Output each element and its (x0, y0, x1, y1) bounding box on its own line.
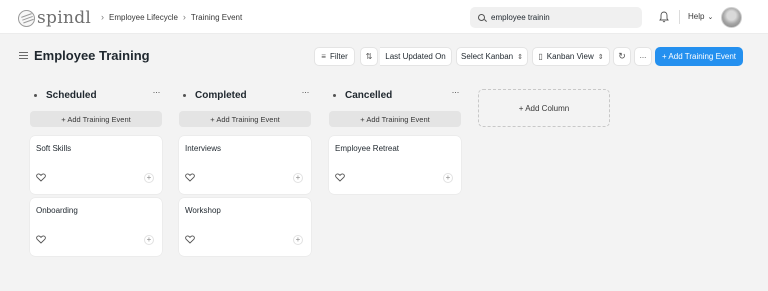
card-title: Onboarding (36, 206, 78, 215)
avatar[interactable] (721, 7, 742, 28)
card-title: Employee Retreat (335, 144, 400, 153)
breadcrumb-training-event[interactable]: Training Event (191, 13, 242, 22)
column-title: Completed (195, 90, 247, 101)
add-training-event-label: + Add Training Event (661, 52, 737, 61)
kanban-icon: ▯ (538, 52, 543, 61)
kanban-card[interactable]: Onboarding + (30, 198, 162, 256)
heart-icon[interactable] (36, 235, 46, 244)
column-title: Scheduled (46, 90, 97, 101)
select-kanban-label: Select Kanban (461, 52, 514, 61)
card-title: Workshop (185, 206, 221, 215)
column-header: Completed ··· (179, 86, 311, 106)
sort-icon: ⇅ (365, 52, 373, 61)
add-column-button[interactable]: + Add Column (478, 89, 610, 127)
logo-text: spindl (37, 8, 92, 28)
kanban-view-dropdown[interactable]: ▯ Kanban View ⇕ (532, 47, 610, 66)
sort-label: Last Updated On (385, 52, 446, 61)
navbar-divider (679, 10, 680, 24)
column-header: Cancelled ··· (329, 86, 461, 106)
select-kanban-dropdown[interactable]: Select Kanban ⇕ (456, 47, 528, 66)
breadcrumb-employee-lifecycle[interactable]: Employee Lifecycle (109, 13, 178, 22)
chevron-right-icon: › (101, 12, 104, 22)
up-down-icon: ⇕ (597, 53, 604, 61)
more-options-button[interactable]: ... (634, 47, 652, 66)
navbar: spindl › Employee Lifecycle › Training E… (0, 0, 768, 34)
column-title: Cancelled (345, 90, 393, 101)
card-title: Soft Skills (36, 144, 72, 153)
plus-icon[interactable]: + (293, 235, 303, 245)
dots-icon: ... (639, 50, 647, 60)
search-icon (478, 14, 485, 21)
hamburger-icon[interactable] (19, 52, 28, 54)
kanban-card[interactable]: Workshop + (179, 198, 311, 256)
heart-icon[interactable] (185, 235, 195, 244)
app-logo[interactable]: spindl (18, 8, 91, 28)
heart-icon[interactable] (36, 173, 46, 182)
refresh-icon: ↻ (618, 51, 626, 61)
sort-by-button[interactable]: Last Updated On (380, 47, 452, 66)
dots-icon[interactable]: ··· (302, 87, 310, 97)
help-dropdown[interactable]: Help ⌄ (688, 12, 713, 21)
column-indicator (333, 94, 336, 97)
heart-icon[interactable] (185, 173, 195, 182)
dots-icon[interactable]: ··· (153, 87, 161, 97)
chevron-down-icon: ⌄ (707, 13, 714, 21)
add-training-event-button[interactable]: + Add Training Event (30, 111, 162, 127)
search-input[interactable] (491, 13, 631, 22)
kanban-card[interactable]: Interviews + (179, 136, 311, 194)
page-title: Employee Training (34, 48, 150, 63)
card-title: Interviews (185, 144, 222, 153)
sort-direction-button[interactable]: ⇅ (360, 47, 378, 66)
plus-icon[interactable]: + (144, 173, 154, 183)
refresh-button[interactable]: ↻ (613, 47, 631, 66)
filter-button[interactable]: ≡ Filter (314, 47, 355, 66)
filter-label: Filter (329, 52, 348, 61)
search-bar (470, 7, 642, 28)
heart-icon[interactable] (335, 173, 345, 182)
logo-icon (18, 9, 35, 27)
plus-icon[interactable]: + (443, 173, 453, 183)
page-header: Employee Training ≡ Filter ⇅ Last Update… (0, 40, 768, 72)
plus-icon[interactable]: + (293, 173, 303, 183)
plus-icon[interactable]: + (144, 235, 154, 245)
column-indicator (183, 94, 186, 97)
kanban-view-label: Kanban View (546, 52, 594, 61)
bell-icon[interactable] (659, 11, 669, 23)
dots-icon[interactable]: ··· (452, 87, 460, 97)
filter-icon: ≡ (321, 52, 326, 61)
breadcrumb: › Employee Lifecycle › Training Event (96, 12, 242, 22)
chevron-right-icon: › (182, 12, 186, 22)
add-training-event-button[interactable]: + Add Training Event (179, 111, 311, 127)
up-down-icon: ⇕ (517, 53, 523, 61)
add-training-event-button[interactable]: + Add Training Event (329, 111, 461, 127)
kanban-card[interactable]: Soft Skills + (30, 136, 162, 194)
kanban-card[interactable]: Employee Retreat + (329, 136, 461, 194)
column-indicator (34, 94, 37, 97)
help-label: Help (688, 12, 705, 21)
add-training-event-button[interactable]: + Add Training Event (655, 47, 743, 66)
column-header: Scheduled ··· (30, 86, 162, 106)
